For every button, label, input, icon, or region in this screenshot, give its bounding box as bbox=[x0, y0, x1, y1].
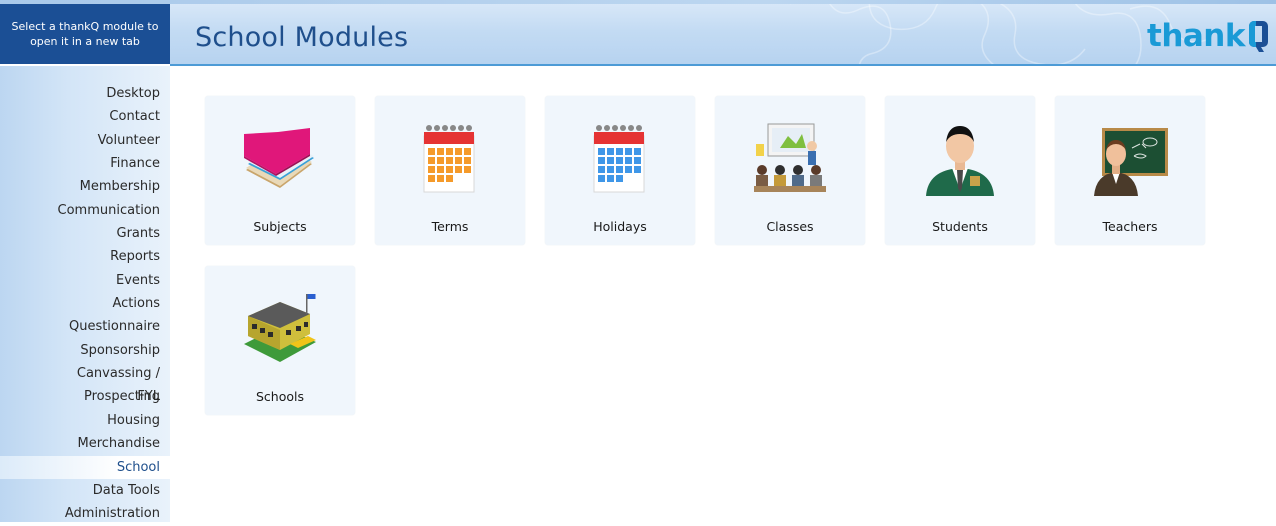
student-icon bbox=[926, 126, 994, 196]
module-tip-text: Select a thankQ module to open it in a n… bbox=[11, 20, 159, 48]
sidebar-item-communication[interactable]: Communication bbox=[0, 199, 170, 222]
module-tile-teachers[interactable]: Teachers bbox=[1055, 96, 1205, 245]
page-title: School Modules bbox=[195, 22, 409, 53]
header-divider bbox=[170, 64, 1276, 66]
module-tile-classes[interactable]: Classes bbox=[715, 96, 865, 245]
school-building-icon bbox=[244, 294, 316, 362]
module-tile-terms[interactable]: Terms bbox=[375, 96, 525, 245]
sidebar-nav: Desktop Contact Volunteer Finance Member… bbox=[0, 82, 170, 526]
module-label: Teachers bbox=[1102, 219, 1158, 234]
sidebar-item-contact[interactable]: Contact bbox=[0, 105, 170, 128]
sidebar-item-data-tools[interactable]: Data Tools bbox=[0, 479, 170, 502]
module-label: Students bbox=[932, 219, 988, 234]
calendar-blue-icon bbox=[593, 125, 645, 193]
sidebar-item-reports[interactable]: Reports bbox=[0, 245, 170, 268]
module-tile-holidays[interactable]: Holidays bbox=[545, 96, 695, 245]
sidebar-item-grants[interactable]: Grants bbox=[0, 222, 170, 245]
sidebar-item-administration[interactable]: Administration bbox=[0, 502, 170, 525]
module-tile-subjects[interactable]: Subjects bbox=[205, 96, 355, 245]
sidebar-item-housing[interactable]: Housing bbox=[0, 409, 170, 432]
logo-text: thank bbox=[1147, 18, 1246, 54]
module-label: Holidays bbox=[593, 219, 647, 234]
sidebar: Desktop Contact Volunteer Finance Member… bbox=[0, 66, 170, 522]
module-tip: Select a thankQ module to open it in a n… bbox=[0, 4, 170, 64]
module-tile-students[interactable]: Students bbox=[885, 96, 1035, 245]
module-label: Subjects bbox=[253, 219, 307, 234]
thankq-logo: thank bbox=[1147, 16, 1270, 56]
teacher-icon bbox=[1094, 128, 1168, 196]
sidebar-item-sponsorship[interactable]: Sponsorship bbox=[0, 339, 170, 362]
logo-q-icon bbox=[1249, 21, 1268, 52]
sidebar-item-desktop[interactable]: Desktop bbox=[0, 82, 170, 105]
module-label: Terms bbox=[431, 219, 469, 234]
sidebar-item-questionnaire[interactable]: Questionnaire bbox=[0, 315, 170, 338]
books-icon bbox=[244, 128, 314, 188]
sidebar-item-actions[interactable]: Actions bbox=[0, 292, 170, 315]
page-header: School Modules thank bbox=[170, 4, 1276, 64]
module-label: Classes bbox=[766, 219, 814, 234]
sidebar-item-volunteer[interactable]: Volunteer bbox=[0, 129, 170, 152]
sidebar-item-events[interactable]: Events bbox=[0, 269, 170, 292]
module-tile-schools[interactable]: Schools bbox=[205, 266, 355, 415]
sidebar-item-canvassing[interactable]: Canvassing / Prospecting bbox=[0, 362, 170, 404]
sidebar-item-finance[interactable]: Finance bbox=[0, 152, 170, 175]
module-label: Schools bbox=[255, 389, 304, 404]
calendar-orange-icon bbox=[423, 125, 475, 193]
classroom-icon bbox=[754, 123, 826, 192]
sidebar-item-school[interactable]: School bbox=[0, 455, 170, 479]
sidebar-item-merchandise[interactable]: Merchandise bbox=[0, 432, 170, 455]
sidebar-item-membership[interactable]: Membership bbox=[0, 175, 170, 198]
